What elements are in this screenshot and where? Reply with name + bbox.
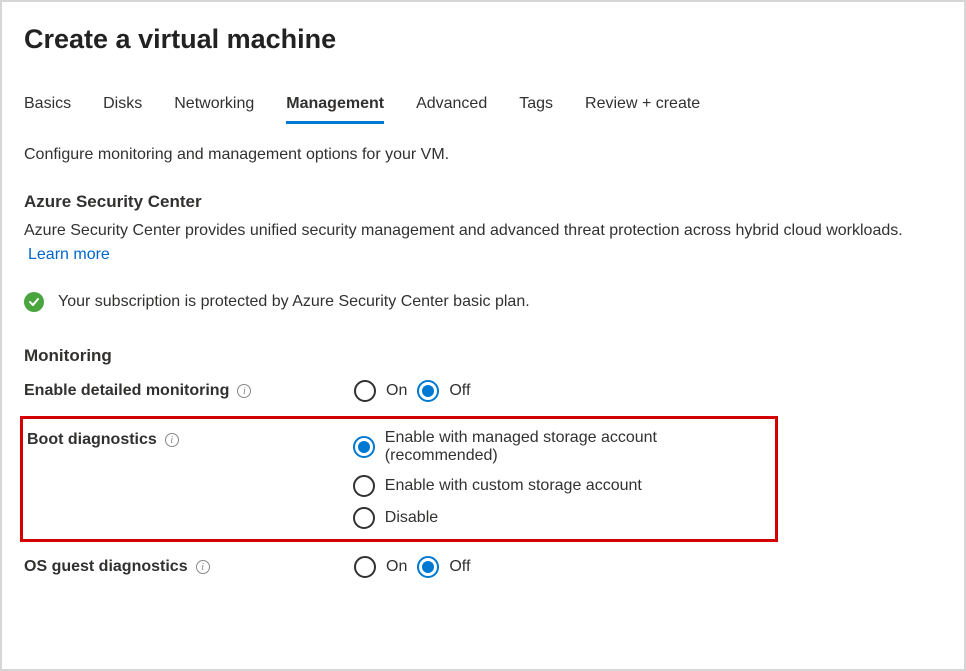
tab-networking[interactable]: Networking [174,91,254,124]
tab-disks[interactable]: Disks [103,91,142,124]
tab-advanced[interactable]: Advanced [416,91,487,124]
detailed-monitoring-radio-group: On Off [354,380,470,402]
info-icon[interactable]: i [237,384,251,398]
security-description: Azure Security Center provides unified s… [24,222,924,240]
intro-text: Configure monitoring and management opti… [24,146,944,164]
guest-diagnostics-off-radio[interactable]: Off [417,556,470,578]
tab-tags[interactable]: Tags [519,91,553,124]
radio-icon [354,380,376,402]
info-icon[interactable]: i [165,433,179,447]
detailed-monitoring-label-text: Enable detailed monitoring [24,382,229,400]
radio-label: Enable with managed storage account (rec… [385,429,769,465]
boot-diagnostics-radio-group: Enable with managed storage account (rec… [353,429,769,529]
security-learn-more-link[interactable]: Learn more [28,246,110,264]
page-title: Create a virtual machine [24,24,944,55]
radio-icon [417,380,439,402]
radio-label: Disable [385,509,438,527]
radio-icon [353,507,375,529]
guest-diagnostics-radio-group: On Off [354,556,470,578]
boot-diagnostics-highlight: Boot diagnostics i Enable with managed s… [20,416,778,542]
security-heading: Azure Security Center [24,192,944,212]
detailed-monitoring-row: Enable detailed monitoring i On Off [22,380,944,402]
guest-diagnostics-on-radio[interactable]: On [354,556,407,578]
radio-label: Off [449,558,470,576]
boot-diagnostics-row: Boot diagnostics i Enable with managed s… [25,429,769,529]
detailed-monitoring-on-radio[interactable]: On [354,380,407,402]
boot-diagnostics-disable-radio[interactable]: Disable [353,507,769,529]
detailed-monitoring-label: Enable detailed monitoring i [24,380,354,400]
boot-diagnostics-label-text: Boot diagnostics [27,431,157,449]
tab-basics[interactable]: Basics [24,91,71,124]
checkmark-icon [24,292,44,312]
monitoring-heading: Monitoring [24,346,944,366]
tab-review-create[interactable]: Review + create [585,91,700,124]
radio-label: Enable with custom storage account [385,477,642,495]
guest-diagnostics-label-text: OS guest diagnostics [24,558,188,576]
detailed-monitoring-off-radio[interactable]: Off [417,380,470,402]
radio-icon [354,556,376,578]
info-icon[interactable]: i [196,560,210,574]
radio-label: Off [449,382,470,400]
radio-icon [353,436,375,458]
guest-diagnostics-label: OS guest diagnostics i [24,556,354,576]
boot-diagnostics-managed-radio[interactable]: Enable with managed storage account (rec… [353,429,769,465]
radio-icon [417,556,439,578]
boot-diagnostics-custom-radio[interactable]: Enable with custom storage account [353,475,769,497]
guest-diagnostics-row: OS guest diagnostics i On Off [22,556,944,578]
tab-management[interactable]: Management [286,91,384,124]
radio-label: On [386,558,407,576]
radio-label: On [386,382,407,400]
radio-icon [353,475,375,497]
security-status-row: Your subscription is protected by Azure … [24,292,944,312]
create-vm-page: Create a virtual machine Basics Disks Ne… [0,0,966,671]
security-status-text: Your subscription is protected by Azure … [58,293,530,311]
boot-diagnostics-label: Boot diagnostics i [27,429,353,449]
tab-bar: Basics Disks Networking Management Advan… [24,91,942,124]
